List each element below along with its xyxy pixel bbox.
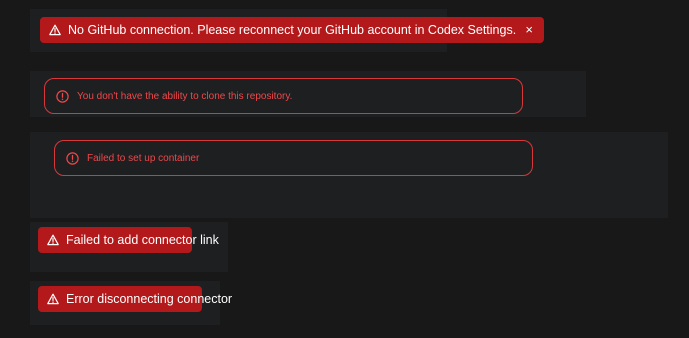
disconnect-error-toast: Error disconnecting connector bbox=[38, 286, 232, 312]
warning-triangle-icon bbox=[47, 234, 59, 246]
toast-message: Failed to add connector link bbox=[66, 233, 219, 247]
close-button[interactable]: × bbox=[524, 22, 534, 37]
alert-message: You don't have the ability to clone this… bbox=[77, 90, 293, 102]
clone-permission-alert: You don't have the ability to clone this… bbox=[44, 78, 523, 114]
close-icon: × bbox=[525, 22, 533, 37]
toast-message: Error disconnecting connector bbox=[66, 292, 233, 306]
info-circle-icon bbox=[56, 89, 69, 103]
connector-link-error-toast: Failed to add connector link bbox=[38, 227, 219, 253]
info-circle-icon bbox=[66, 151, 79, 165]
toast-message: No GitHub connection. Please reconnect y… bbox=[68, 23, 517, 37]
container-setup-alert: Failed to set up container bbox=[54, 140, 533, 176]
alert-message: Failed to set up container bbox=[87, 152, 200, 164]
warning-triangle-icon bbox=[49, 24, 61, 36]
warning-triangle-icon bbox=[47, 293, 59, 305]
github-connection-error-toast: No GitHub connection. Please reconnect y… bbox=[40, 17, 545, 43]
